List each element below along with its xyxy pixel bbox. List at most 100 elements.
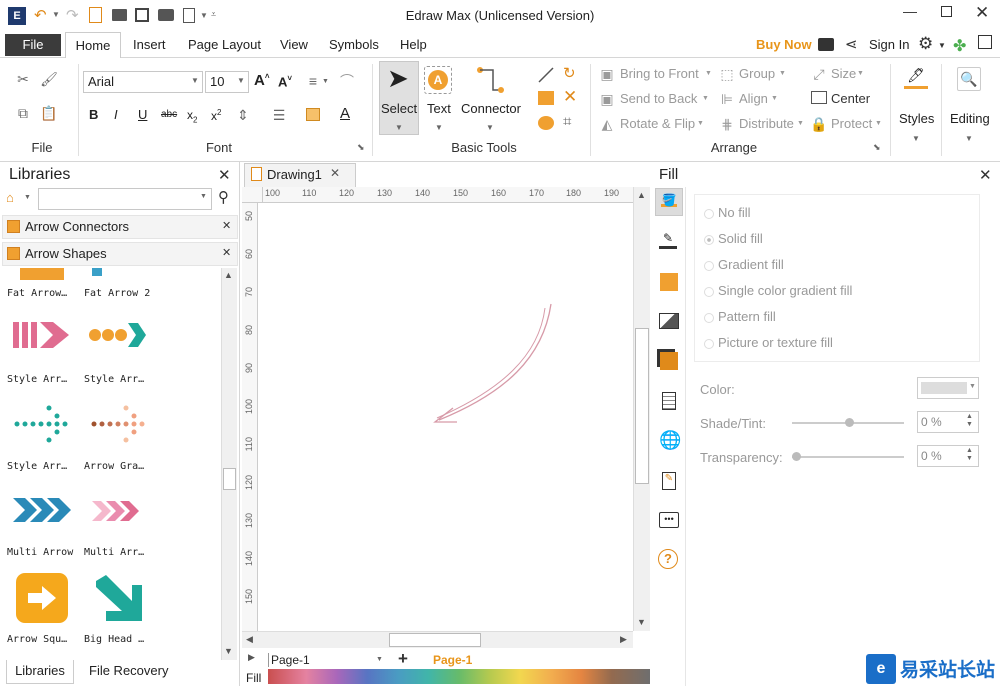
image-icon[interactable] (659, 313, 679, 329)
bold-icon[interactable]: B (89, 107, 98, 122)
scroll-right-icon[interactable]: ▶ (620, 634, 627, 645)
settings-dropdown-icon[interactable]: ▼ (938, 41, 946, 50)
rotate-flip-label[interactable]: Rotate & Flip (620, 116, 695, 131)
no-fill-option[interactable]: No fill (704, 205, 751, 220)
bring-to-front-label[interactable]: Bring to Front (620, 66, 699, 81)
canvas-scroll-thumb[interactable] (635, 328, 649, 484)
shadow-icon[interactable] (660, 273, 678, 291)
pattern-fill-option[interactable]: Pattern fill (704, 309, 776, 324)
text-tool-label[interactable]: Text (427, 101, 451, 116)
arrow-square-shape[interactable] (16, 573, 68, 623)
text-tool-icon[interactable]: A (424, 66, 452, 94)
page-tab-active[interactable]: Page-1 (433, 653, 472, 667)
category-close-icon[interactable]: ✕ (222, 246, 231, 259)
radio-button[interactable] (704, 208, 714, 219)
editing-label[interactable]: Editing (950, 111, 990, 126)
center-icon[interactable] (811, 91, 827, 104)
text-dropdown-icon[interactable]: ▼ (435, 123, 443, 132)
fat-arrow-2-shape[interactable] (92, 268, 102, 276)
group-icon[interactable]: ⬚ (718, 65, 736, 83)
page-select-dropdown-icon[interactable]: ▼ (376, 656, 383, 663)
copy-icon[interactable]: ⧉ (14, 104, 32, 122)
text-background-icon[interactable] (306, 108, 320, 121)
library-home-icon[interactable]: ⌂ (6, 190, 14, 205)
arrange-dialog-launcher-icon[interactable]: ⬊ (873, 142, 881, 153)
underline-icon[interactable]: U (138, 107, 147, 122)
single-color-gradient-fill-option[interactable]: Single color gradient fill (704, 283, 852, 298)
tab-help[interactable]: Help (400, 32, 427, 58)
font-name-dropdown-icon[interactable]: ▼ (191, 76, 199, 85)
layer-icon[interactable] (660, 352, 678, 370)
editing-dropdown-icon[interactable]: ▼ (965, 134, 973, 143)
arrow-gradient-shape[interactable] (90, 404, 148, 444)
italic-icon[interactable]: I (114, 107, 118, 122)
tab-home[interactable]: Home (65, 32, 121, 59)
settings-gear-icon[interactable]: ⚙ (918, 34, 933, 54)
center-label[interactable]: Center (831, 91, 870, 106)
tab-insert[interactable]: Insert (133, 32, 166, 58)
styles-label[interactable]: Styles (899, 111, 934, 126)
style-arrow-pink-shape[interactable] (13, 318, 71, 352)
library-search-input[interactable] (38, 188, 212, 210)
tab-file-recovery[interactable]: File Recovery (89, 663, 168, 678)
protect-icon[interactable]: 🔒 (810, 115, 828, 133)
cut-icon[interactable]: ✂ (14, 70, 32, 88)
help-icon[interactable]: ? (658, 549, 678, 569)
color-palette[interactable] (268, 669, 650, 684)
distribute-label[interactable]: Distribute (739, 116, 794, 131)
fill-panel-close-icon[interactable]: ✕ (979, 166, 992, 184)
connector-tool-icon[interactable] (475, 66, 505, 94)
page-select[interactable]: Page-1 (268, 653, 388, 667)
style-arrow-dots-shape[interactable] (88, 318, 148, 352)
radio-button[interactable] (704, 260, 714, 271)
big-head-arrow-shape[interactable] (92, 573, 144, 623)
page-properties-icon[interactable] (662, 392, 676, 410)
font-dialog-launcher-icon[interactable]: ⬊ (357, 142, 365, 153)
font-size-dropdown-icon[interactable]: ▼ (237, 76, 245, 85)
subscript-icon[interactable]: x2 (187, 108, 197, 124)
minimize-button[interactable]: — (903, 3, 917, 19)
spinner-arrows-icon[interactable]: ▲ ▼ (966, 413, 973, 429)
rectangle-tool-icon[interactable] (538, 91, 554, 105)
add-page-button[interactable]: + (398, 649, 408, 669)
hyperlink-globe-icon[interactable]: 🌐 (659, 430, 681, 451)
font-color-icon[interactable]: A (340, 105, 350, 122)
scroll-thumb[interactable] (223, 468, 236, 490)
library-category-arrow-shapes[interactable]: Arrow Shapes (2, 242, 238, 266)
line-spacing-icon[interactable]: ⌒ (338, 72, 356, 90)
superscript-icon[interactable]: x2 (211, 108, 221, 123)
library-home-dropdown-icon[interactable]: ▼ (24, 194, 31, 201)
page-nav-icon[interactable]: ▶ (248, 652, 255, 663)
editing-search-icon[interactable]: 🔍 (957, 67, 981, 91)
crop-tool-icon[interactable]: ⌗ (563, 113, 571, 130)
tab-symbols[interactable]: Symbols (329, 32, 379, 58)
color-dropdown-icon[interactable]: ▼ (969, 383, 976, 390)
radio-button[interactable] (704, 338, 714, 349)
distribute-icon[interactable]: ⋕ (718, 115, 736, 133)
tab-page-layout[interactable]: Page Layout (188, 32, 261, 58)
arc-tool-icon[interactable]: ↻ (563, 64, 576, 82)
maximize-button[interactable] (941, 6, 952, 17)
scroll-down-icon[interactable]: ▼ (224, 646, 233, 656)
rotate-flip-dropdown-icon[interactable]: ▼ (697, 120, 704, 127)
connector-dropdown-icon[interactable]: ▼ (486, 123, 494, 132)
bring-to-front-dropdown-icon[interactable]: ▼ (705, 70, 712, 77)
fat-arrow-shape[interactable] (20, 268, 64, 280)
multi-arrow-2-shape[interactable] (92, 499, 144, 523)
text-align-icon[interactable]: ≡ (304, 72, 322, 90)
protect-dropdown-icon[interactable]: ▼ (875, 120, 882, 127)
styles-icon[interactable]: 🖊 (904, 67, 928, 89)
library-scrollbar[interactable] (221, 268, 237, 660)
size-icon[interactable]: ⤢ (810, 65, 828, 83)
buy-now-link[interactable]: Buy Now (756, 32, 812, 58)
picture-texture-fill-option[interactable]: Picture or texture fill (704, 335, 833, 350)
curved-arrow-shape[interactable] (425, 298, 560, 428)
tab-view[interactable]: View (280, 32, 308, 58)
drawing-tab-close-icon[interactable]: ✕ (330, 166, 340, 180)
size-dropdown-icon[interactable]: ▼ (857, 70, 864, 77)
rotate-flip-icon[interactable]: ◭ (598, 115, 616, 133)
search-icon[interactable]: ⚲ (218, 188, 229, 206)
size-label[interactable]: Size (831, 66, 856, 81)
styles-dropdown-icon[interactable]: ▼ (912, 134, 920, 143)
multi-arrow-shape[interactable] (13, 496, 71, 524)
